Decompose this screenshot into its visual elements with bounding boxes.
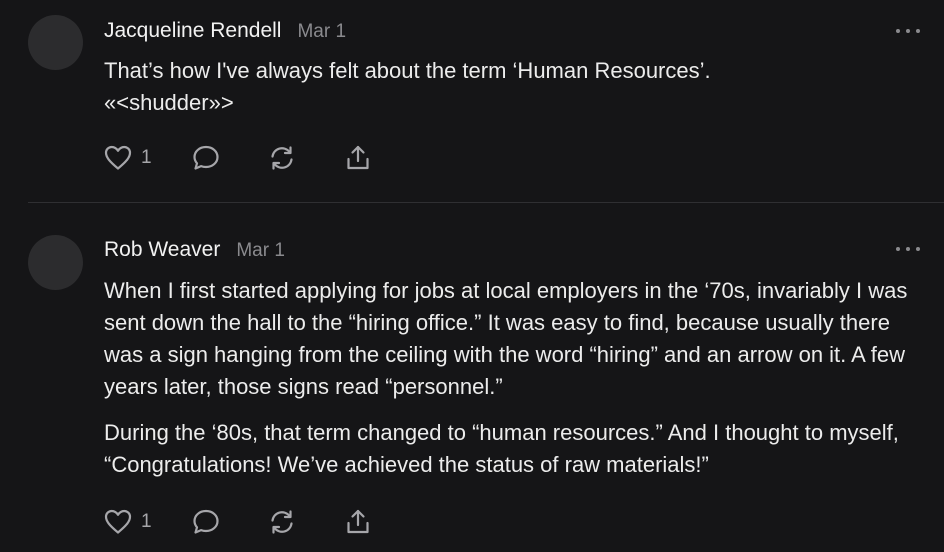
comment-thread: Jacqueline Rendell Mar 1 That’s how I've… [0, 0, 944, 552]
comment-body: When I first started applying for jobs a… [104, 275, 934, 481]
comment-header: Rob Weaver Mar 1 [104, 238, 285, 262]
comment-bubble-icon [192, 509, 219, 534]
share-icon [346, 509, 369, 534]
restack-icon [270, 146, 293, 170]
share-icon [346, 145, 369, 170]
author-name[interactable]: Rob Weaver [104, 238, 220, 262]
comment-divider [28, 202, 944, 203]
restack-icon [270, 510, 293, 534]
comment-bubble-icon [192, 145, 219, 170]
comment-actions: 1 [104, 507, 372, 537]
restack-button[interactable] [268, 144, 296, 172]
comment-body: That’s how I've always felt about the te… [104, 55, 934, 119]
reply-button[interactable] [192, 508, 220, 536]
comment-paragraph: That’s how I've always felt about the te… [104, 58, 711, 115]
avatar[interactable] [28, 15, 83, 70]
reply-button[interactable] [192, 144, 220, 172]
more-options-icon[interactable] [896, 243, 920, 255]
comment-paragraph: When I first started applying for jobs a… [104, 278, 908, 399]
like-count: 1 [141, 147, 152, 168]
heart-icon [104, 509, 132, 534]
like-button[interactable]: 1 [104, 509, 152, 535]
comment-actions: 1 [104, 143, 372, 173]
avatar[interactable] [28, 235, 83, 290]
share-button[interactable] [344, 144, 372, 172]
like-count: 1 [141, 511, 152, 532]
restack-button[interactable] [268, 508, 296, 536]
share-button[interactable] [344, 508, 372, 536]
comment-date[interactable]: Mar 1 [297, 21, 346, 43]
heart-icon [104, 145, 132, 170]
comment-date[interactable]: Mar 1 [236, 240, 285, 262]
comment-paragraph: During the ‘80s, that term changed to “h… [104, 420, 899, 477]
author-name[interactable]: Jacqueline Rendell [104, 19, 281, 43]
comment-header: Jacqueline Rendell Mar 1 [104, 19, 346, 43]
more-options-icon[interactable] [896, 25, 920, 37]
like-button[interactable]: 1 [104, 145, 152, 171]
